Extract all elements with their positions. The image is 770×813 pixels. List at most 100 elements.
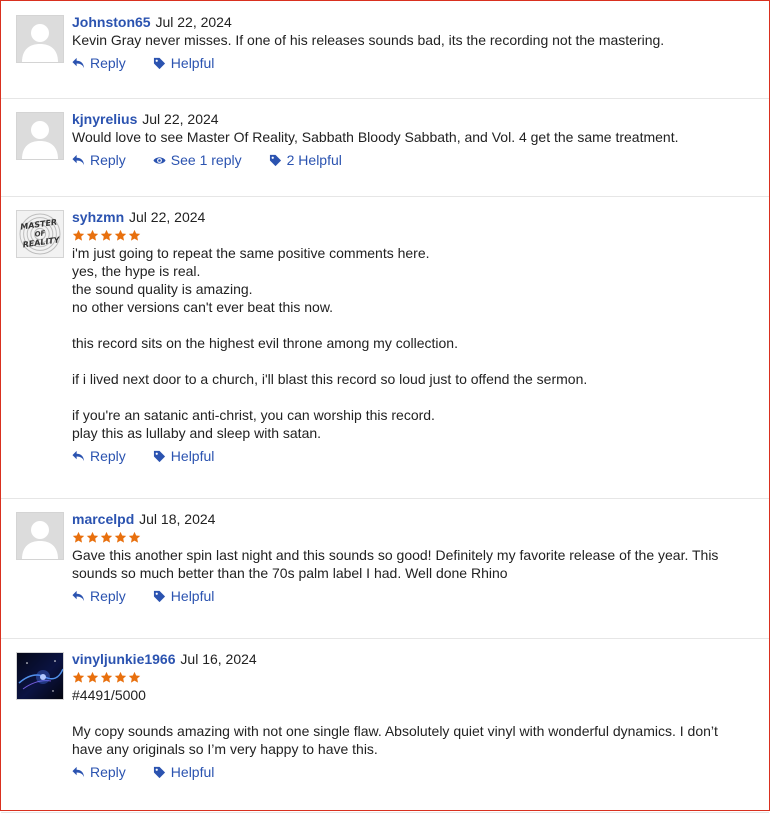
- review-header: Johnston65 Jul 22, 2024: [72, 13, 749, 31]
- reply-label: Reply: [90, 448, 126, 464]
- reply-button[interactable]: Reply: [72, 447, 126, 465]
- review-content: kjnyrelius Jul 22, 2024 Would love to see…: [72, 110, 749, 169]
- review-text-line: My copy sounds amazing with not one sing…: [72, 723, 718, 739]
- username-link[interactable]: syhzmn: [72, 209, 124, 225]
- review-header: marcelpd Jul 18, 2024: [72, 510, 749, 528]
- review-text-line: Gave this another spin last night and th…: [72, 547, 719, 563]
- user-avatar[interactable]: MASTER OF REALITY: [16, 210, 64, 258]
- helpful-label: 2 Helpful: [286, 152, 342, 168]
- tag-icon: [153, 57, 165, 69]
- review-text-line: [72, 704, 749, 722]
- tag-icon: [269, 154, 281, 166]
- helpful-label: Helpful: [170, 588, 215, 604]
- see-replies-button[interactable]: See 1 reply: [153, 151, 242, 169]
- user-avatar[interactable]: [16, 652, 64, 700]
- review-body: Kevin Gray never misses. If one of his r…: [72, 31, 749, 49]
- helpful-label: Helpful: [170, 764, 215, 780]
- username-link[interactable]: Johnston65: [72, 14, 151, 30]
- helpful-button[interactable]: Helpful: [153, 447, 215, 465]
- review-content: syhzmn Jul 22, 2024 i'm just going to rep…: [72, 208, 749, 465]
- username-link[interactable]: marcelpd: [72, 511, 134, 527]
- reply-icon: [72, 450, 85, 461]
- review-text-line: no other versions can't ever beat this n…: [72, 299, 334, 315]
- star-rating: [72, 226, 749, 244]
- star-icon: [86, 671, 99, 683]
- user-avatar[interactable]: [16, 512, 64, 560]
- star-icon: [86, 229, 99, 241]
- review-date: Jul 18, 2024: [139, 511, 216, 527]
- reply-icon: [72, 590, 85, 601]
- review-date: Jul 22, 2024: [142, 111, 219, 127]
- tag-icon: [153, 590, 165, 602]
- star-icon: [72, 531, 85, 543]
- star-icon: [114, 531, 127, 543]
- star-icon: [128, 531, 141, 543]
- see-replies-label: See 1 reply: [170, 152, 242, 168]
- review-body: i'm just going to repeat the same positi…: [72, 244, 749, 442]
- helpful-button[interactable]: Helpful: [153, 587, 215, 605]
- star-icon: [100, 671, 113, 683]
- reply-button[interactable]: Reply: [72, 151, 126, 169]
- reply-icon: [72, 154, 85, 165]
- review-text-line: [72, 388, 749, 406]
- star-rating: [72, 668, 749, 686]
- review-text-line: i'm just going to repeat the same positi…: [72, 245, 430, 261]
- reply-button[interactable]: Reply: [72, 763, 126, 781]
- review-header: syhzmn Jul 22, 2024: [72, 208, 749, 226]
- review-text-line: the sound quality is amazing.: [72, 281, 253, 297]
- review-item: kjnyrelius Jul 22, 2024 Would love to see…: [1, 98, 769, 197]
- review-text-line: play this as lullaby and sleep with sata…: [72, 425, 322, 441]
- star-icon: [86, 531, 99, 543]
- review-text-line: Would love to see Master Of Reality, Sab…: [72, 129, 679, 145]
- review-date: Jul 16, 2024: [180, 651, 257, 667]
- star-icon: [72, 229, 85, 241]
- helpful-button[interactable]: 2 Helpful: [269, 151, 342, 169]
- reply-label: Reply: [90, 588, 126, 604]
- review-text-line: yes, the hype is real.: [72, 263, 201, 279]
- user-avatar[interactable]: [16, 15, 64, 63]
- star-icon: [72, 671, 85, 683]
- review-text-line: this record sits on the highest evil thr…: [72, 335, 458, 351]
- helpful-button[interactable]: Helpful: [153, 54, 215, 72]
- reply-button[interactable]: Reply: [72, 587, 126, 605]
- star-icon: [100, 531, 113, 543]
- review-actions: Reply Helpful: [72, 447, 749, 465]
- review-actions: Reply Helpful: [72, 54, 749, 72]
- star-rating: [72, 528, 749, 546]
- review-item: marcelpd Jul 18, 2024 Gave this another s…: [1, 498, 769, 639]
- star-icon: [128, 229, 141, 241]
- username-link[interactable]: vinyljunkie1966: [72, 651, 176, 667]
- helpful-label: Helpful: [170, 448, 215, 464]
- reply-label: Reply: [90, 55, 126, 71]
- reply-label: Reply: [90, 764, 126, 780]
- user-avatar[interactable]: [16, 112, 64, 160]
- review-header: kjnyrelius Jul 22, 2024: [72, 110, 749, 128]
- review-body: Gave this another spin last night and th…: [72, 546, 749, 582]
- username-link[interactable]: kjnyrelius: [72, 111, 137, 127]
- review-text-line: #4491/5000: [72, 687, 146, 703]
- review-text-line: sounds so much better than the 70s palm …: [72, 565, 508, 581]
- review-content: vinyljunkie1966 Jul 16, 2024 #4491/5000 My…: [72, 650, 749, 781]
- review-date: Jul 22, 2024: [155, 14, 232, 30]
- review-body: Would love to see Master Of Reality, Sab…: [72, 128, 749, 146]
- review-text-line: [72, 352, 749, 370]
- review-text-line: Kevin Gray never misses. If one of his r…: [72, 32, 665, 48]
- star-icon: [114, 671, 127, 683]
- review-actions: Reply Helpful: [72, 763, 749, 781]
- review-actions: Reply Helpful: [72, 587, 749, 605]
- star-icon: [100, 229, 113, 241]
- reply-button[interactable]: Reply: [72, 54, 126, 72]
- helpful-label: Helpful: [170, 55, 215, 71]
- star-icon: [128, 671, 141, 683]
- helpful-button[interactable]: Helpful: [153, 763, 215, 781]
- reply-label: Reply: [90, 152, 126, 168]
- review-header: vinyljunkie1966 Jul 16, 2024: [72, 650, 749, 668]
- review-item: Johnston65 Jul 22, 2024 Kevin Gray never …: [1, 1, 769, 99]
- star-icon: [114, 229, 127, 241]
- review-item: MASTER OF REALITY syhzmn Jul 22, 2024 i'm ju…: [1, 196, 769, 499]
- tag-icon: [153, 450, 165, 462]
- review-text-line: if you're an satanic anti-christ, you ca…: [72, 407, 435, 423]
- review-text-line: if i lived next door to a church, i'll b…: [72, 371, 588, 387]
- tag-icon: [153, 766, 165, 778]
- review-body: #4491/5000 My copy sounds amazing with no…: [72, 686, 749, 758]
